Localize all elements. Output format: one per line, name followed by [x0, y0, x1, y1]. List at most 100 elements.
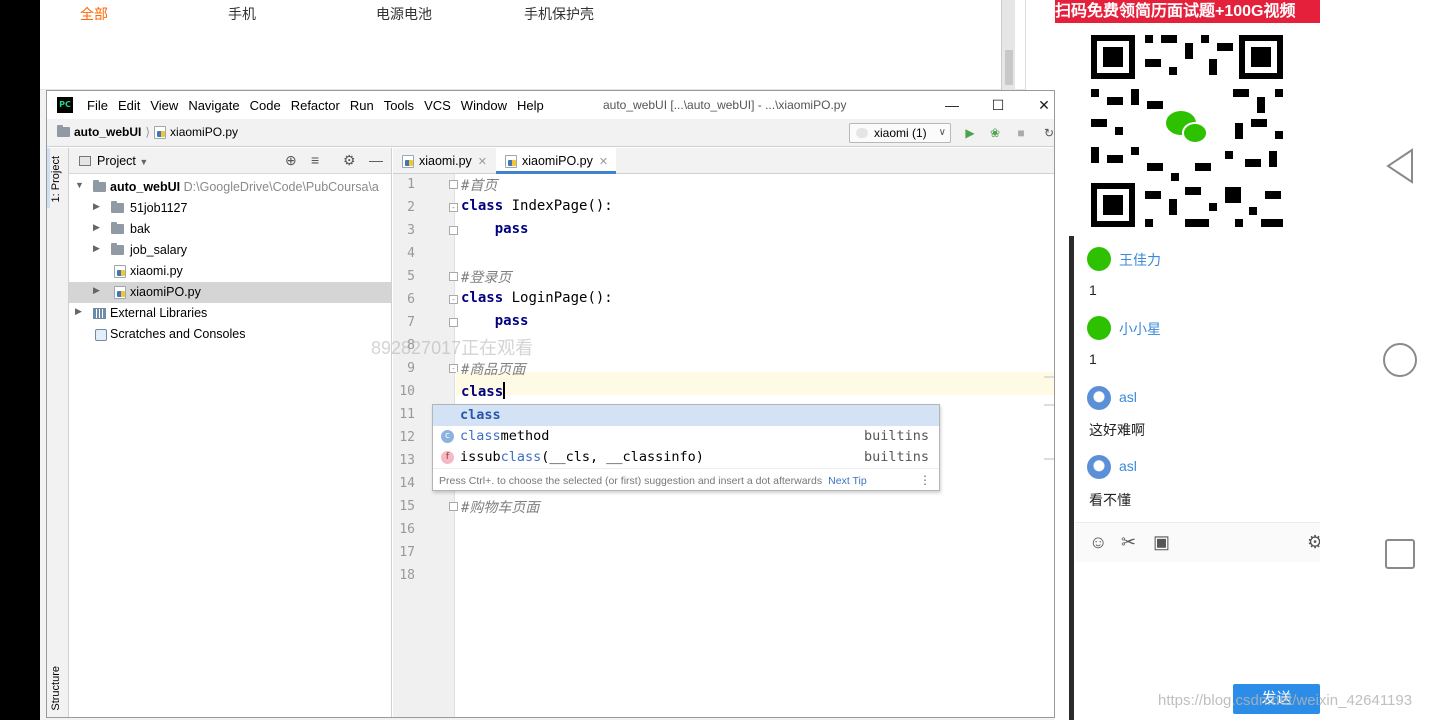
completion-item[interactable]: f issubclass(__cls, __classinfo) builtin…	[433, 447, 939, 468]
next-tip-link[interactable]: Next Tip	[828, 475, 867, 487]
locate-icon[interactable]: ⊕	[285, 152, 297, 169]
scrollbar-thumb[interactable]	[1005, 50, 1013, 85]
hide-icon[interactable]: —	[369, 152, 383, 168]
scroll-marker	[1044, 404, 1054, 406]
live-chat-panel: 扫码免费领简历面试题+100G视频 王佳力 1 小小星 1 asl 这好难啊 a…	[1055, 0, 1323, 720]
close-tab-icon[interactable]: ✕	[599, 156, 608, 168]
completion-popup[interactable]: class c classmethod builtins f issubclas…	[432, 404, 940, 491]
tree-item-xiaomi-py[interactable]: xiaomi.py	[69, 261, 391, 282]
fold-marker-icon[interactable]	[449, 226, 458, 235]
line-number: 16	[399, 522, 415, 537]
line-number: 7	[407, 315, 415, 330]
tree-item-xiaomipo-py[interactable]: ▶ xiaomiPO.py	[69, 282, 391, 303]
chat-scrollbar[interactable]	[1069, 236, 1074, 720]
breadcrumb-project[interactable]: auto_webUI	[74, 125, 141, 139]
fold-marker-icon[interactable]	[449, 502, 458, 511]
chevron-down-icon[interactable]: ▼	[75, 180, 84, 190]
tab-xiaomipo-py[interactable]: xiaomiPO.py ✕	[496, 148, 617, 174]
gear-icon[interactable]: ⚙	[343, 152, 356, 169]
chevron-right-icon[interactable]: ▶	[93, 285, 100, 296]
menu-file[interactable]: File	[87, 98, 108, 113]
category-phone-case[interactable]: 手机保护壳	[524, 4, 594, 24]
menu-code[interactable]: Code	[250, 98, 281, 113]
menu-refactor[interactable]: Refactor	[291, 98, 340, 113]
folder-icon	[93, 180, 106, 192]
tree-item-label: job_salary	[130, 243, 187, 257]
code-keyword: class	[461, 198, 504, 214]
completion-item[interactable]: class	[433, 405, 939, 426]
recent-apps-icon[interactable]	[1384, 538, 1416, 575]
pycharm-logo-icon: PC	[57, 97, 73, 113]
python-icon	[856, 128, 868, 138]
tool-tab-project[interactable]: 1: Project	[50, 156, 66, 202]
menu-vcs[interactable]: VCS	[424, 98, 451, 113]
minimize-icon[interactable]: —	[937, 95, 967, 115]
chevron-right-icon[interactable]: ▶	[93, 222, 100, 233]
page-scrollbar[interactable]	[1001, 0, 1015, 90]
python-file-icon	[154, 125, 167, 139]
tree-item-51job1127[interactable]: ▶ 51job1127	[69, 198, 391, 219]
menu-view[interactable]: View	[150, 98, 178, 113]
run-icon[interactable]: ▶	[962, 125, 978, 141]
breadcrumb-file[interactable]: xiaomiPO.py	[170, 125, 238, 139]
menu-navigate[interactable]: Navigate	[188, 98, 239, 113]
home-icon[interactable]	[1382, 342, 1418, 383]
menu-help[interactable]: Help	[517, 98, 544, 113]
code-comment: #登录页	[461, 270, 512, 286]
collapse-all-icon[interactable]: ≡	[311, 152, 319, 168]
close-icon[interactable]: ✕	[1029, 95, 1054, 115]
chat-message-text: 看不懂	[1089, 492, 1131, 508]
scroll-marker	[1044, 458, 1054, 460]
fold-marker-icon[interactable]	[449, 180, 458, 189]
completion-rest: (__cls, __classinfo)	[541, 449, 704, 465]
tree-root[interactable]: ▼ auto_webUI D:\GoogleDrive\Code\PubCour…	[69, 177, 391, 198]
qq-avatar-icon	[1087, 386, 1111, 410]
code-line-1: #首页	[461, 175, 497, 195]
scissors-icon[interactable]: ✂	[1121, 532, 1136, 553]
chevron-right-icon[interactable]: ▶	[93, 243, 100, 254]
folder-icon	[111, 201, 124, 213]
menu-tools[interactable]: Tools	[384, 98, 414, 113]
debug-icon[interactable]: ❀	[987, 125, 1003, 141]
tab-xiaomi-py[interactable]: xiaomi.py ✕	[393, 148, 495, 174]
back-icon[interactable]	[1384, 148, 1416, 189]
fold-marker-icon[interactable]	[449, 272, 458, 281]
code-line-2: class IndexPage():	[461, 198, 613, 214]
emoji-icon[interactable]: ☺	[1089, 532, 1107, 553]
close-tab-icon[interactable]: ✕	[478, 156, 487, 168]
promo-banner[interactable]: 扫码免费领简历面试题+100G视频	[1055, 0, 1320, 23]
completion-source: builtins	[863, 428, 929, 444]
menu-run[interactable]: Run	[350, 98, 374, 113]
more-options-icon[interactable]: ⋮	[919, 473, 931, 487]
fold-marker-icon[interactable]	[449, 318, 458, 327]
code-line-6: class LoginPage():	[461, 290, 613, 306]
menu-bar: File Edit View Navigate Code Refactor Ru…	[87, 98, 544, 113]
refresh-icon[interactable]: ↻	[1041, 125, 1054, 141]
tree-item-external-libraries[interactable]: ▶ External Libraries	[69, 303, 391, 324]
stop-icon[interactable]: ■	[1013, 125, 1029, 141]
category-battery[interactable]: 电源电池	[376, 4, 432, 24]
title-bar: PC File Edit View Navigate Code Refactor…	[47, 91, 1054, 119]
chevron-right-icon[interactable]: ▶	[93, 201, 100, 212]
category-all[interactable]: 全部	[80, 4, 108, 24]
project-panel-title[interactable]: Project ▼	[97, 154, 148, 168]
run-configuration-select[interactable]: xiaomi (1) ∨	[849, 123, 951, 143]
tree-item-job-salary[interactable]: ▶ job_salary	[69, 240, 391, 261]
maximize-icon[interactable]: ☐	[983, 95, 1013, 115]
fold-marker-icon[interactable]: -	[449, 295, 458, 304]
python-file-icon	[402, 155, 414, 168]
chevron-down-icon: ▼	[139, 157, 149, 167]
menu-edit[interactable]: Edit	[118, 98, 140, 113]
menu-window[interactable]: Window	[461, 98, 507, 113]
tool-tab-structure[interactable]: Structure	[50, 666, 66, 711]
fold-marker-icon[interactable]: -	[449, 203, 458, 212]
editor-tabs: xiaomi.py ✕ xiaomiPO.py ✕	[393, 148, 1054, 174]
tree-item-scratches[interactable]: Scratches and Consoles	[69, 324, 391, 345]
tree-item-bak[interactable]: ▶ bak	[69, 219, 391, 240]
completion-item[interactable]: c classmethod builtins	[433, 426, 939, 447]
tree-item-label: xiaomi.py	[130, 264, 183, 278]
image-icon[interactable]: ▣	[1153, 532, 1170, 553]
chevron-right-icon[interactable]: ▶	[75, 306, 82, 317]
category-phone[interactable]: 手机	[228, 4, 256, 24]
breadcrumb: auto_webUI ⟩ xiaomiPO.py	[57, 125, 238, 139]
